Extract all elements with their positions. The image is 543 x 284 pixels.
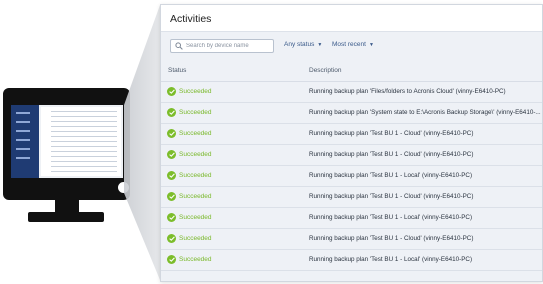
description-text: Running backup plan 'Files/folders to Ac…: [309, 88, 506, 95]
sort-dropdown[interactable]: Most recent ▼: [332, 41, 374, 48]
panel-header: [161, 5, 542, 32]
table-header: Status Description: [161, 61, 542, 82]
status-text: Succeeded: [179, 109, 212, 116]
table-row[interactable]: Succeeded Running backup plan 'Test BU 1…: [161, 250, 542, 271]
table-row[interactable]: Succeeded Running backup plan 'Test BU 1…: [161, 187, 542, 208]
check-circle-icon: [167, 129, 176, 138]
description-text: Running backup plan 'Test BU 1 - Cloud' …: [309, 130, 474, 137]
column-header-status[interactable]: Status: [168, 67, 186, 74]
search-input[interactable]: [186, 41, 270, 51]
description-text: Running backup plan 'Test BU 1 - Local' …: [309, 214, 473, 221]
sort-label: Most recent: [332, 41, 366, 48]
description-text: Running backup plan 'Test BU 1 - Cloud' …: [309, 235, 474, 242]
check-circle-icon: [167, 234, 176, 243]
table-body: Succeeded Running backup plan 'Files/fol…: [161, 82, 542, 271]
description-text: Running backup plan 'Test BU 1 - Local' …: [309, 172, 473, 179]
check-circle-icon: [167, 87, 176, 96]
description-text: Running backup plan 'Test BU 1 - Local' …: [309, 256, 473, 263]
chevron-down-icon: ▼: [317, 42, 323, 48]
check-circle-icon: [167, 192, 176, 201]
activities-panel: Activities Any status▼ Most recent▼ Stat…: [160, 4, 543, 282]
activities-table: Status Description Succeeded Running bac…: [161, 61, 542, 271]
check-circle-icon: [167, 108, 176, 117]
status-text: Succeeded: [179, 235, 212, 242]
column-header-description[interactable]: Description: [309, 67, 342, 74]
chevron-down-icon: ▼: [368, 42, 374, 48]
status-filter-label: Any status: [284, 41, 315, 48]
table-row[interactable]: Succeeded Running backup plan 'System st…: [161, 103, 542, 124]
table-row[interactable]: Succeeded Running backup plan 'Test BU 1…: [161, 124, 542, 145]
status-text: Succeeded: [179, 151, 212, 158]
check-circle-icon: [167, 213, 176, 222]
description-text: Running backup plan 'Test BU 1 - Cloud' …: [309, 151, 474, 158]
page-title: Activities: [170, 13, 212, 25]
table-row[interactable]: Succeeded Running backup plan 'Test BU 1…: [161, 208, 542, 229]
table-row[interactable]: Succeeded Running backup plan 'Test BU 1…: [161, 229, 542, 250]
status-text: Succeeded: [179, 130, 212, 137]
description-text: Running backup plan 'System state to E:\…: [309, 109, 541, 116]
status-text: Succeeded: [179, 214, 212, 221]
check-circle-icon: [167, 171, 176, 180]
table-row[interactable]: Succeeded Running backup plan 'Test BU 1…: [161, 166, 542, 187]
check-circle-icon: [167, 255, 176, 264]
description-text: Running backup plan 'Test BU 1 - Cloud' …: [309, 193, 474, 200]
check-circle-icon: [167, 150, 176, 159]
table-row[interactable]: Succeeded Running backup plan 'Files/fol…: [161, 82, 542, 103]
status-text: Succeeded: [179, 256, 212, 263]
status-text: Succeeded: [179, 172, 212, 179]
search-icon: [175, 42, 183, 50]
search-box[interactable]: [170, 39, 274, 53]
status-text: Succeeded: [179, 193, 212, 200]
status-text: Succeeded: [179, 88, 212, 95]
status-filter-dropdown[interactable]: Any status ▼: [284, 41, 322, 48]
table-row[interactable]: Succeeded Running backup plan 'Test BU 1…: [161, 145, 542, 166]
